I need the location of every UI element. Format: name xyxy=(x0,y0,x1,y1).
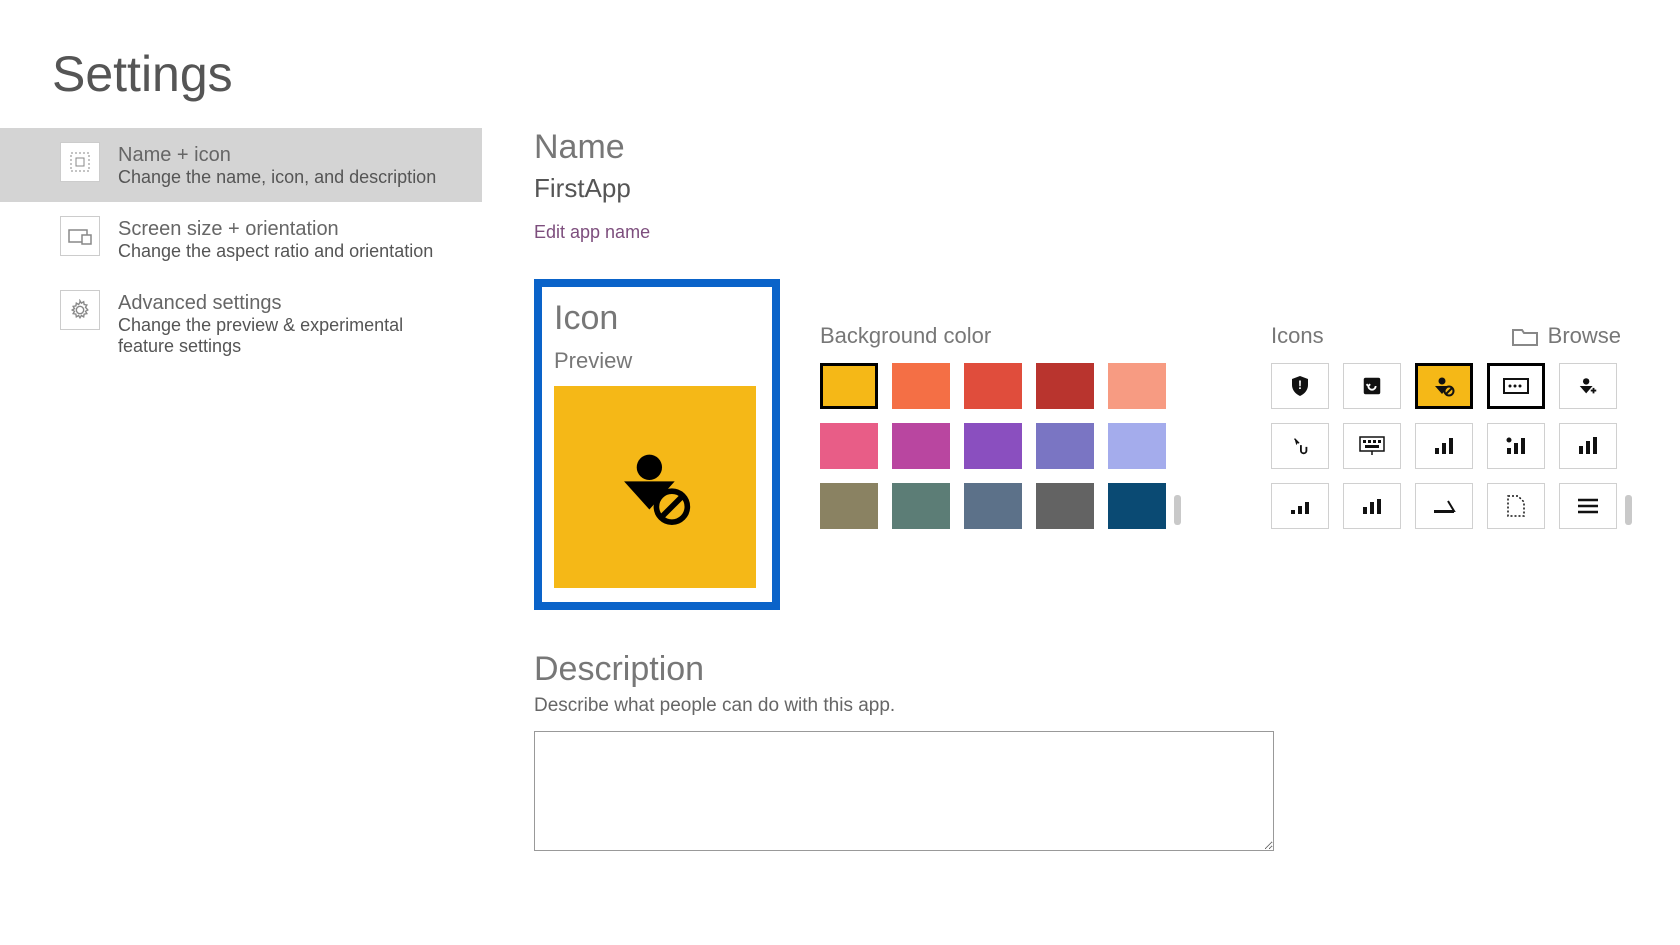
folder-icon xyxy=(1512,325,1538,347)
nav-desc: Change the name, icon, and description xyxy=(118,167,436,188)
bars-dot-icon[interactable] xyxy=(1487,423,1545,469)
bars-med-icon[interactable] xyxy=(1343,483,1401,529)
color-swatch[interactable] xyxy=(1108,363,1166,409)
color-grid xyxy=(820,363,1166,529)
gear-icon xyxy=(60,290,100,330)
color-swatch[interactable] xyxy=(820,423,878,469)
bars-icon[interactable] xyxy=(1415,423,1473,469)
bars-short-icon[interactable] xyxy=(1271,483,1329,529)
page-dashed-icon[interactable] xyxy=(1487,483,1545,529)
browse-label: Browse xyxy=(1548,323,1621,349)
icon-row: Icon Preview Background color xyxy=(534,279,1660,610)
color-swatch[interactable] xyxy=(1036,483,1094,529)
keyboard-icon[interactable] xyxy=(1343,423,1401,469)
color-swatch[interactable] xyxy=(1036,423,1094,469)
description-heading: Description xyxy=(534,650,1660,689)
color-swatch[interactable] xyxy=(892,363,950,409)
bgcolor-block: Background color xyxy=(820,279,1181,529)
grid-icon xyxy=(60,142,100,182)
color-swatch[interactable] xyxy=(892,423,950,469)
bars-tall-icon[interactable] xyxy=(1559,423,1617,469)
app-name-value: FirstApp xyxy=(534,173,1660,204)
sidebar-item-screen-size[interactable]: Screen size + orientation Change the asp… xyxy=(0,202,482,276)
icons-block: Icons Browse ! xyxy=(1271,279,1632,529)
color-swatch[interactable] xyxy=(1036,363,1094,409)
cursor-hand-icon[interactable] xyxy=(1271,423,1329,469)
name-section: Name FirstApp Edit app name xyxy=(534,128,1660,243)
browse-button[interactable]: Browse xyxy=(1512,323,1621,349)
color-scrollbar[interactable] xyxy=(1174,495,1181,525)
main-panel: Name FirstApp Edit app name Icon Preview xyxy=(482,128,1680,856)
color-swatch[interactable] xyxy=(964,363,1022,409)
color-swatch[interactable] xyxy=(892,483,950,529)
color-swatch[interactable] xyxy=(820,363,878,409)
svg-text:!: ! xyxy=(1298,378,1302,392)
description-hint: Describe what people can do with this ap… xyxy=(534,695,1660,717)
user-block-icon[interactable] xyxy=(1415,363,1473,409)
icons-label: Icons xyxy=(1271,323,1324,349)
preview-label: Preview xyxy=(554,348,760,374)
screen-icon xyxy=(60,216,100,256)
color-swatch[interactable] xyxy=(1108,483,1166,529)
nav-desc: Change the preview & experimental featur… xyxy=(118,315,462,357)
settings-sidebar: Name + icon Change the name, icon, and d… xyxy=(0,128,482,856)
shield-icon[interactable]: ! xyxy=(1271,363,1329,409)
nav-title: Name + icon xyxy=(118,144,436,167)
user-block-icon xyxy=(610,442,700,532)
icon-heading: Icon xyxy=(554,299,760,338)
page-title: Settings xyxy=(0,0,1680,128)
icons-header: Icons Browse xyxy=(1271,323,1621,349)
name-heading: Name xyxy=(534,128,1660,167)
sidebar-item-advanced[interactable]: Advanced settings Change the preview & e… xyxy=(0,276,482,371)
layout: Name + icon Change the name, icon, and d… xyxy=(0,128,1680,856)
sidebar-item-name-icon[interactable]: Name + icon Change the name, icon, and d… xyxy=(0,128,482,202)
nav-title: Advanced settings xyxy=(118,292,462,315)
icon-preview-block: Icon Preview xyxy=(534,279,780,610)
color-swatch[interactable] xyxy=(820,483,878,529)
nav-text: Name + icon Change the name, icon, and d… xyxy=(118,142,436,188)
edit-app-name-link[interactable]: Edit app name xyxy=(534,222,650,242)
icon-grid: ! xyxy=(1271,363,1617,529)
description-section: Description Describe what people can do … xyxy=(534,650,1660,856)
description-textarea[interactable] xyxy=(534,731,1274,851)
nav-title: Screen size + orientation xyxy=(118,218,433,241)
nav-text: Screen size + orientation Change the asp… xyxy=(118,216,433,262)
preview-tile xyxy=(554,386,756,588)
nav-desc: Change the aspect ratio and orientation xyxy=(118,241,433,262)
user-add-icon[interactable] xyxy=(1559,363,1617,409)
icon-scrollbar[interactable] xyxy=(1625,495,1632,525)
nav-text: Advanced settings Change the preview & e… xyxy=(118,290,462,357)
color-swatch[interactable] xyxy=(964,423,1022,469)
scanner-icon[interactable] xyxy=(1415,483,1473,529)
color-swatch[interactable] xyxy=(964,483,1022,529)
refresh-icon[interactable] xyxy=(1343,363,1401,409)
color-swatch[interactable] xyxy=(1108,423,1166,469)
menu-lines-icon[interactable] xyxy=(1559,483,1617,529)
card-icon[interactable] xyxy=(1487,363,1545,409)
bgcolor-label: Background color xyxy=(820,323,1181,349)
